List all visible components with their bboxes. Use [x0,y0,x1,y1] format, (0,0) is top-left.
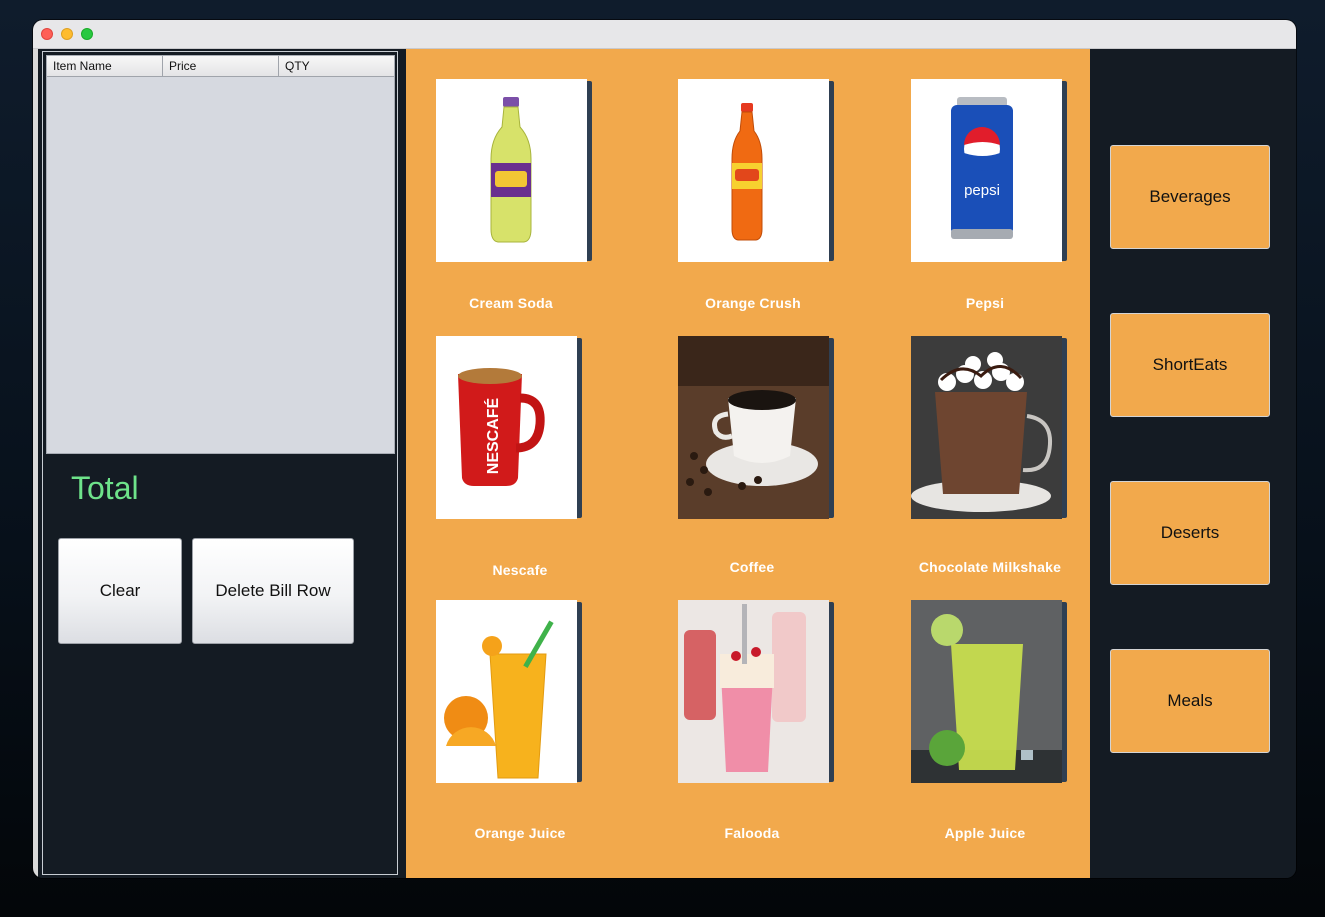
category-panel: Beverages ShortEats Deserts Meals [1090,49,1296,878]
clear-button[interactable]: Clear [58,538,182,644]
column-header-item-name[interactable]: Item Name [47,56,163,76]
card-edge [587,81,592,261]
svg-text:NESCAFÉ: NESCAFÉ [483,397,502,474]
cream-soda-image[interactable] [436,79,587,262]
product-card-orange-crush[interactable] [678,79,834,262]
delete-bill-row-button[interactable]: Delete Bill Row [192,538,354,644]
total-label: Total [71,470,139,506]
card-edge [829,81,834,261]
orange-juice-image[interactable] [436,600,577,783]
product-label: Chocolate Milkshake [918,559,1062,575]
pepsi-image[interactable]: pepsi [911,79,1062,262]
category-button-deserts[interactable]: Deserts [1110,481,1270,585]
card-edge [1062,602,1067,782]
product-card-orange-juice[interactable] [436,600,582,783]
apple-juice-image[interactable] [911,600,1062,783]
card-edge [829,602,834,782]
product-label: Cream Soda [469,295,553,311]
product-card-apple-juice[interactable] [911,600,1067,783]
card-edge [577,602,582,782]
product-label: Nescafe [492,562,548,578]
product-label: Coffee [729,559,775,575]
category-button-beverages[interactable]: Beverages [1110,145,1270,249]
product-label: Falooda [724,825,780,841]
product-card-falooda[interactable] [678,600,834,783]
nescafe-image[interactable]: NESCAFÉ [436,336,577,519]
bill-table[interactable]: Item Name Price QTY [46,55,395,454]
card-edge [1062,338,1067,518]
product-label: Apple Juice [944,825,1026,841]
product-label: Pepsi [965,295,1005,311]
product-label: Orange Juice [474,825,566,841]
coffee-image[interactable] [678,336,829,519]
orange-crush-image[interactable] [678,79,829,262]
card-edge [1062,81,1067,261]
product-card-cream-soda[interactable] [436,79,592,262]
zoom-window-button[interactable] [81,28,93,40]
product-card-coffee[interactable] [678,336,834,519]
falooda-image[interactable] [678,600,829,783]
column-header-qty[interactable]: QTY [279,56,394,76]
chocolate-milkshake-image[interactable] [911,336,1062,519]
product-grid: pepsi NESCAFÉ Cream Soda Orange Crush Pe… [406,49,1090,878]
title-bar [33,20,1296,49]
close-window-button[interactable] [41,28,53,40]
product-label: Orange Crush [705,295,801,311]
card-edge [829,338,834,518]
product-card-chocolate-milkshake[interactable] [911,336,1067,519]
product-card-nescafe[interactable]: NESCAFÉ [436,336,582,519]
bill-panel: Item Name Price QTY Total Clear Delete B… [33,49,406,878]
bill-table-header: Item Name Price QTY [47,56,394,77]
column-header-price[interactable]: Price [163,56,279,76]
card-edge [577,338,582,518]
svg-text:pepsi: pepsi [964,182,1000,199]
app-window: Item Name Price QTY Total Clear Delete B… [33,20,1296,878]
category-button-shorteats[interactable]: ShortEats [1110,313,1270,417]
product-card-pepsi[interactable]: pepsi [911,79,1067,262]
minimize-window-button[interactable] [61,28,73,40]
category-button-meals[interactable]: Meals [1110,649,1270,753]
